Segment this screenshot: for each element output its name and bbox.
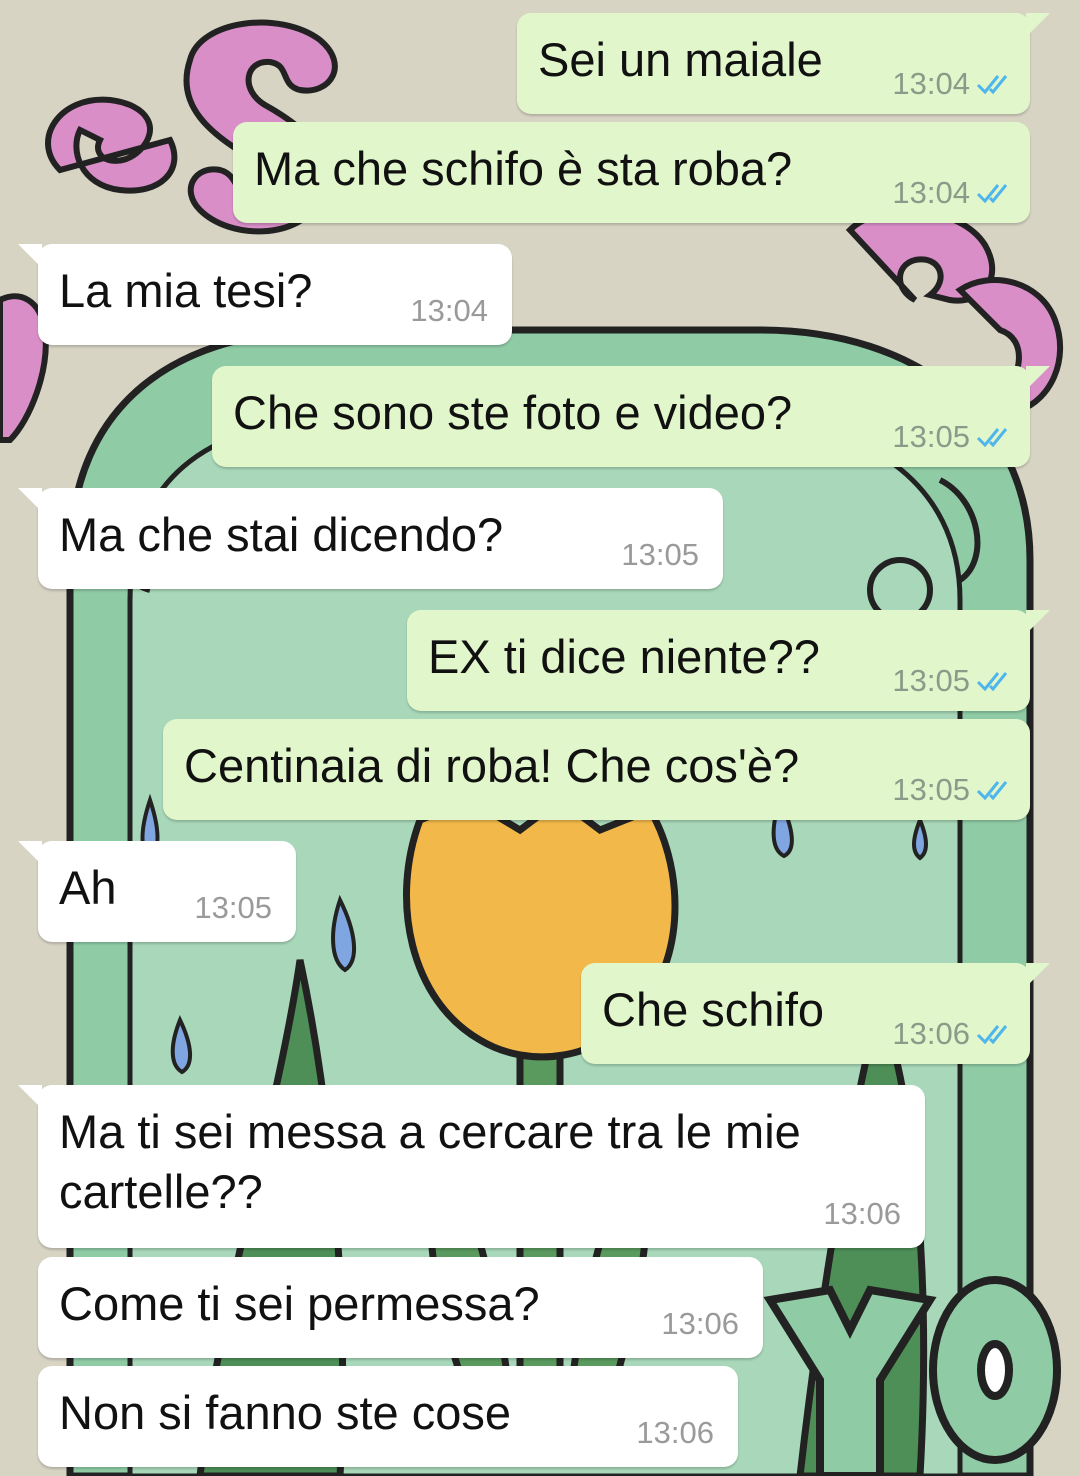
incoming-message-bubble[interactable]: La mia tesi? 13:04 — [18, 244, 512, 345]
message-meta: 13:05 — [621, 537, 699, 573]
message-meta: 13:05 — [892, 663, 1016, 699]
read-double-check-icon — [976, 184, 1008, 204]
message-time: 13:05 — [892, 663, 970, 698]
message-meta: 13:06 — [892, 1016, 1016, 1052]
message-text: Ma che schifo è sta roba? — [254, 142, 793, 195]
message-text: Ma ti sei messa a cercare tra le mie car… — [59, 1105, 801, 1218]
message-time: 13:05 — [194, 890, 272, 925]
outgoing-message-bubble[interactable]: Sei un maiale 13:04 — [517, 13, 1050, 114]
read-double-check-icon — [976, 1025, 1008, 1045]
read-double-check-icon — [976, 781, 1008, 801]
read-double-check-icon — [976, 75, 1008, 95]
message-time: 13:05 — [621, 537, 699, 572]
message-meta: 13:05 — [892, 419, 1016, 455]
outgoing-message-bubble[interactable]: Centinaia di roba! Che cos'è? 13:05 — [163, 719, 1030, 820]
outgoing-message-bubble[interactable]: Che sono ste foto e video? 13:05 — [212, 366, 1050, 467]
message-text: Ah — [59, 861, 117, 914]
message-text: Come ti sei permessa? — [59, 1277, 540, 1330]
outgoing-message-bubble[interactable]: Ma che schifo è sta roba? 13:04 — [233, 122, 1030, 223]
message-time: 13:04 — [892, 66, 970, 101]
message-text: Non si fanno ste cose — [59, 1386, 511, 1439]
incoming-message-bubble[interactable]: Ma ti sei messa a cercare tra le mie car… — [18, 1085, 925, 1248]
message-meta: 13:04 — [892, 175, 1016, 211]
message-text: La mia tesi? — [59, 264, 313, 317]
incoming-message-bubble[interactable]: Ma che stai dicendo? 13:05 — [18, 488, 723, 589]
incoming-message-bubble[interactable]: Ah 13:05 — [18, 841, 296, 942]
message-meta: 13:06 — [823, 1196, 901, 1232]
message-meta: 13:04 — [410, 293, 488, 329]
read-double-check-icon — [976, 672, 1008, 692]
read-double-check-icon — [976, 428, 1008, 448]
message-text: Ma che stai dicendo? — [59, 508, 504, 561]
message-time: 13:06 — [661, 1306, 739, 1341]
message-meta: 13:04 — [892, 66, 1016, 102]
chat-message-list[interactable]: Sei un maiale 13:04 Ma che schifo è sta … — [0, 0, 1080, 1476]
message-meta: 13:06 — [636, 1415, 714, 1451]
message-time: 13:05 — [892, 772, 970, 807]
message-time: 13:06 — [823, 1196, 901, 1231]
message-text: EX ti dice niente?? — [428, 630, 820, 683]
message-text: Centinaia di roba! Che cos'è? — [184, 739, 800, 792]
incoming-message-bubble[interactable]: Come ti sei permessa? 13:06 — [38, 1257, 763, 1358]
message-text: Sei un maiale — [538, 33, 823, 86]
outgoing-message-bubble[interactable]: EX ti dice niente?? 13:05 — [407, 610, 1050, 711]
outgoing-message-bubble[interactable]: Che schifo 13:06 — [581, 963, 1050, 1064]
message-meta: 13:05 — [194, 890, 272, 926]
message-time: 13:06 — [892, 1016, 970, 1051]
message-text: Che schifo — [602, 983, 825, 1036]
message-text: Che sono ste foto e video? — [233, 386, 793, 439]
message-meta: 13:05 — [892, 772, 1016, 808]
message-time: 13:04 — [892, 175, 970, 210]
message-meta: 13:06 — [661, 1306, 739, 1342]
message-time: 13:05 — [892, 419, 970, 454]
message-time: 13:04 — [410, 293, 488, 328]
message-time: 13:06 — [636, 1415, 714, 1450]
incoming-message-bubble[interactable]: Non si fanno ste cose 13:06 — [38, 1366, 738, 1467]
